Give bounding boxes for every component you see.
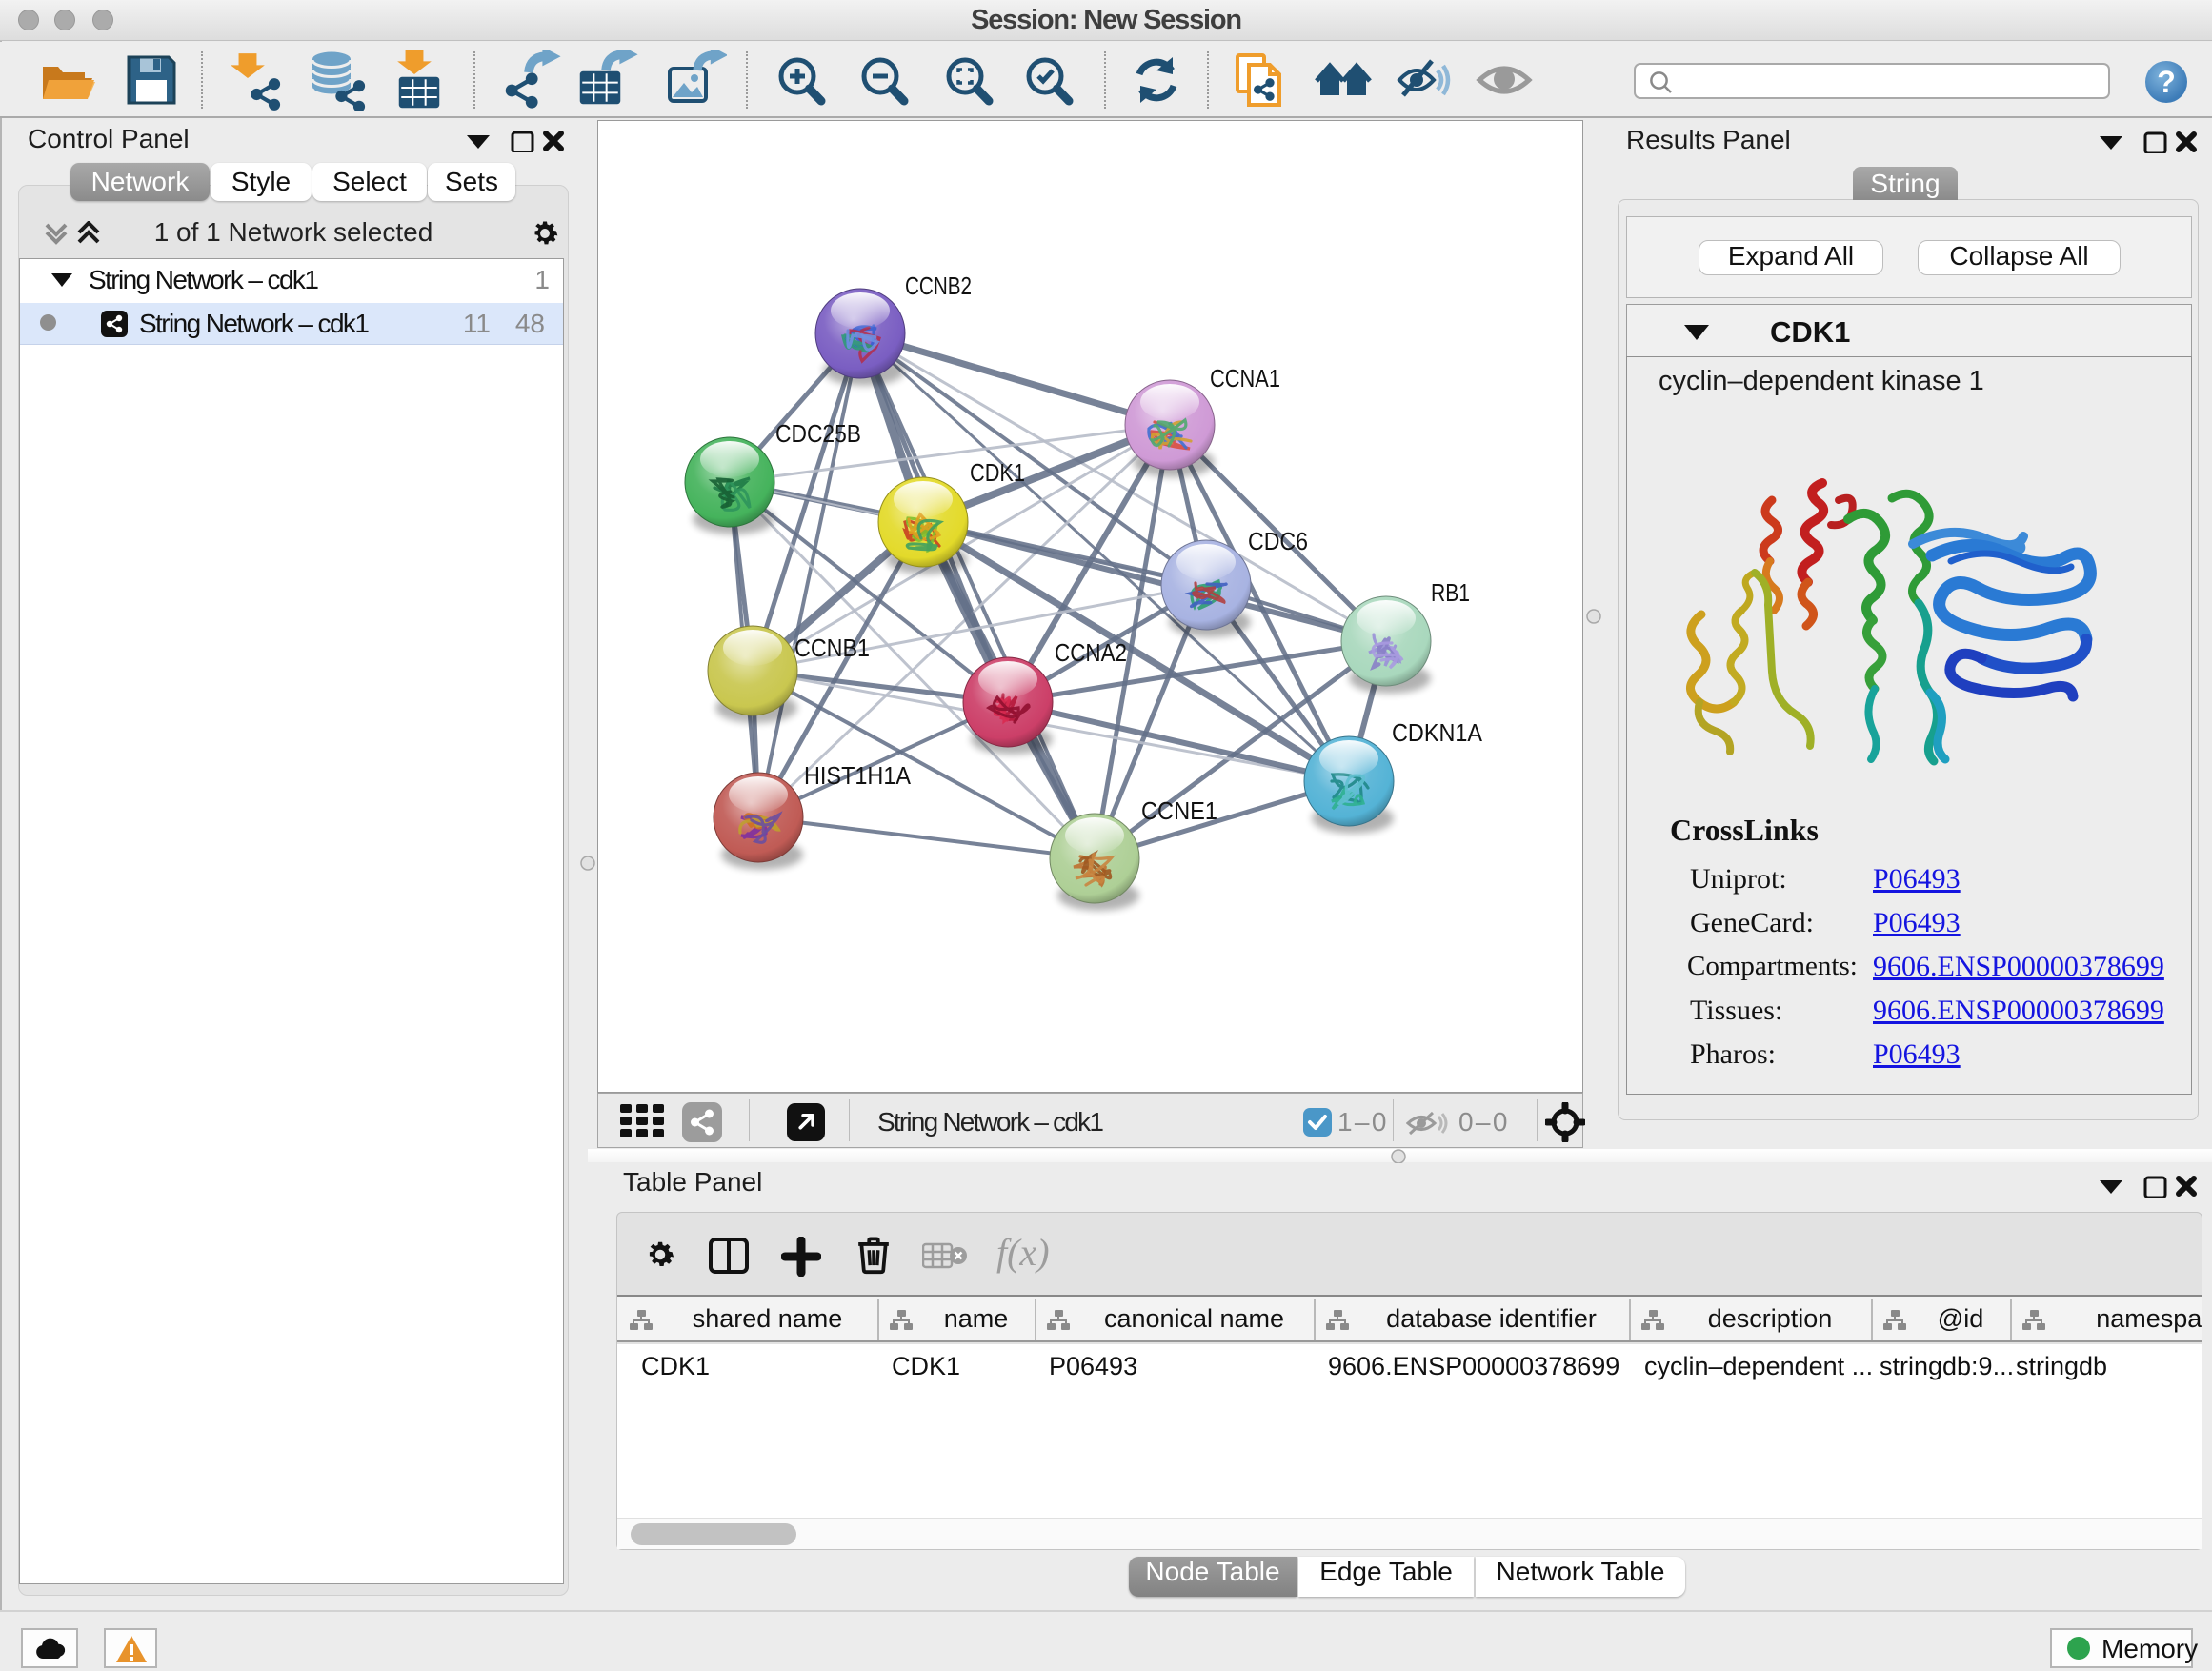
svg-text:CCNB2: CCNB2	[905, 272, 972, 300]
svg-text:CCNA2: CCNA2	[1055, 638, 1127, 667]
svg-text:CCNE1: CCNE1	[1141, 796, 1217, 825]
svg-text:CCNA1: CCNA1	[1210, 364, 1280, 393]
svg-text:HIST1H1A: HIST1H1A	[804, 761, 912, 790]
svg-text:CDKN1A: CDKN1A	[1392, 718, 1483, 747]
svg-text:CDC6: CDC6	[1248, 527, 1308, 555]
svg-text:CCNB1: CCNB1	[794, 634, 870, 662]
svg-text:CDK1: CDK1	[970, 458, 1025, 487]
svg-text:RB1: RB1	[1431, 578, 1470, 607]
svg-text:CDC25B: CDC25B	[775, 419, 861, 448]
